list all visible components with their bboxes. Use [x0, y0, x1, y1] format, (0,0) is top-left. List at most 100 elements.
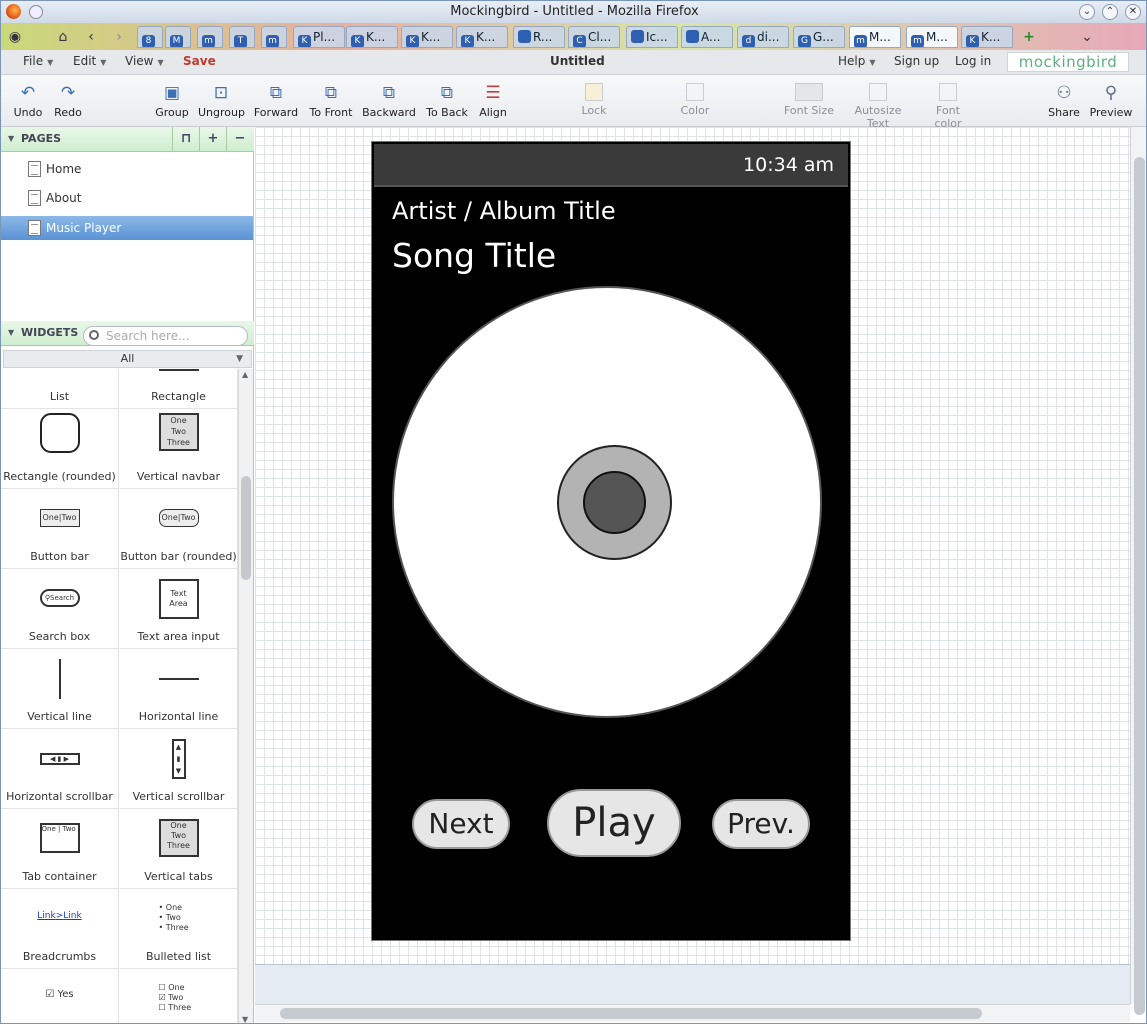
- artist-album-title[interactable]: Artist / Album Title: [392, 197, 616, 225]
- widget-horizontal-line[interactable]: Horizontal line: [120, 649, 238, 729]
- widget-checkbox-group[interactable]: ☐ One ☑ Two ☐ Three: [120, 969, 238, 1023]
- canvas-horizontal-scrollbar[interactable]: [255, 1004, 1130, 1022]
- font-color-button[interactable]: Font color: [921, 75, 975, 130]
- widget-button-bar-rounded[interactable]: One|Two Button bar (rounded): [120, 489, 238, 569]
- prev-button[interactable]: Prev.: [712, 799, 810, 849]
- add-page-button[interactable]: +: [199, 127, 226, 152]
- firefox-menu-icon[interactable]: ◉: [5, 27, 25, 47]
- browser-tab[interactable]: m M...: [849, 26, 901, 48]
- widget-vertical-line[interactable]: Vertical line: [1, 649, 119, 729]
- minimize-icon[interactable]: ⌄: [1079, 4, 1095, 20]
- disc-hub: [583, 471, 646, 534]
- browser-tab[interactable]: K K...: [961, 26, 1013, 48]
- forward-button[interactable]: ⧉ Forward: [253, 75, 299, 127]
- play-button[interactable]: Play: [547, 789, 681, 857]
- align-button[interactable]: ☰ Align: [477, 75, 509, 127]
- widget-rectangle-rounded[interactable]: Rectangle (rounded): [1, 409, 119, 489]
- widget-search-input[interactable]: Search here...: [83, 326, 248, 346]
- close-icon[interactable]: ✕: [1125, 4, 1141, 20]
- unlock-icon[interactable]: ⊓: [172, 127, 199, 152]
- browser-tab[interactable]: T: [229, 26, 255, 48]
- pages-header[interactable]: ▼ PAGES ⊓ + −: [1, 127, 254, 152]
- to-back-button[interactable]: ⧉ To Back: [425, 75, 469, 127]
- tab-list-icon[interactable]: ⌄: [1077, 27, 1097, 47]
- widget-filter-select[interactable]: All ▼: [3, 350, 252, 368]
- browser-tab[interactable]: m: [261, 26, 287, 48]
- page-item-home[interactable]: Home: [1, 157, 253, 181]
- page-item-about[interactable]: About: [1, 186, 253, 210]
- widget-breadcrumbs[interactable]: Link>Link Breadcrumbs: [1, 889, 119, 969]
- browser-tab[interactable]: K K...: [456, 26, 508, 48]
- browser-tab[interactable]: R...: [513, 26, 565, 48]
- widget-vertical-navbar[interactable]: One Two Three Vertical navbar: [120, 409, 238, 489]
- browser-tab[interactable]: Ic...: [626, 26, 678, 48]
- widget-search-box[interactable]: ⚲Search Search box: [1, 569, 119, 649]
- maximize-icon[interactable]: ⌃: [1102, 4, 1118, 20]
- widget-rectangle[interactable]: Rectangle: [120, 369, 238, 409]
- browser-tab[interactable]: d di...: [737, 26, 789, 48]
- scroll-down-icon[interactable]: ▼: [242, 1015, 248, 1023]
- to-front-button[interactable]: ⧉ To Front: [309, 75, 353, 127]
- scrollbar-thumb[interactable]: [1134, 157, 1145, 1015]
- browser-tab[interactable]: m M...: [906, 26, 958, 48]
- browser-tab[interactable]: G G...: [793, 26, 845, 48]
- collapse-triangle-icon[interactable]: ▼: [8, 127, 14, 151]
- color-button[interactable]: Color: [677, 75, 713, 127]
- browser-tab[interactable]: K K...: [346, 26, 398, 48]
- undo-button[interactable]: ↶ Undo: [11, 75, 45, 127]
- lock-button[interactable]: Lock: [576, 75, 612, 127]
- share-button[interactable]: ⚇ Share: [1046, 75, 1082, 127]
- browser-tab[interactable]: m: [197, 26, 223, 48]
- save-button[interactable]: Save: [183, 54, 216, 68]
- brand-logo[interactable]: mockingbird: [1007, 52, 1129, 72]
- new-tab-icon[interactable]: +: [1019, 27, 1039, 47]
- widget-horizontal-scrollbar[interactable]: ◀ ▮ ▶ Horizontal scrollbar: [1, 729, 119, 809]
- song-title[interactable]: Song Title: [392, 236, 556, 275]
- file-menu[interactable]: File ▼: [23, 54, 53, 68]
- signup-link[interactable]: Sign up: [894, 54, 939, 68]
- widget-checkbox[interactable]: ☑ Yes: [1, 969, 119, 1023]
- browser-tab[interactable]: C Cl...: [568, 26, 620, 48]
- widget-tab-container[interactable]: One | Two Tab container: [1, 809, 119, 889]
- group-button[interactable]: ▣ Group: [154, 75, 190, 127]
- redo-button[interactable]: ↷ Redo: [51, 75, 85, 127]
- back-icon[interactable]: ‹: [81, 27, 101, 47]
- scrollbar-thumb[interactable]: [280, 1008, 982, 1019]
- home-icon[interactable]: ⌂: [53, 27, 73, 47]
- edit-menu[interactable]: Edit ▼: [73, 54, 106, 68]
- widget-scrollbar[interactable]: ▲ ▼: [238, 369, 253, 1023]
- browser-tab[interactable]: K Pl...: [293, 26, 345, 48]
- remove-page-button[interactable]: −: [226, 127, 253, 152]
- scroll-up-icon[interactable]: ▲: [242, 370, 248, 379]
- mobile-mockup[interactable]: 10:34 am Artist / Album Title Song Title…: [371, 141, 851, 941]
- font-size-button[interactable]: Font Size: [781, 75, 837, 127]
- autosize-text-button[interactable]: Autosize Text: [843, 75, 913, 130]
- cd-disc[interactable]: [392, 286, 822, 718]
- page-item-music-player[interactable]: Music Player: [1, 216, 253, 240]
- browser-tab[interactable]: A...: [681, 26, 733, 48]
- login-link[interactable]: Log in: [955, 54, 991, 68]
- forward-icon[interactable]: ›: [109, 27, 129, 47]
- widget-bulleted-list[interactable]: • One • Two • Three Bulleted list: [120, 889, 238, 969]
- scrollbar-thumb[interactable]: [241, 476, 251, 580]
- browser-tab[interactable]: M: [165, 26, 191, 48]
- browser-tab[interactable]: 8: [137, 26, 163, 48]
- next-button[interactable]: Next: [412, 799, 510, 849]
- view-menu[interactable]: View ▼: [125, 54, 164, 68]
- widget-list[interactable]: List: [1, 369, 119, 409]
- backward-button[interactable]: ⧉ Backward: [361, 75, 417, 127]
- collapse-triangle-icon[interactable]: ▼: [8, 321, 14, 345]
- help-menu[interactable]: Help ▼: [838, 54, 876, 68]
- widget-vertical-scrollbar[interactable]: ▲ ▮ ▼ Vertical scrollbar: [120, 729, 238, 809]
- widget-text-area-input[interactable]: Text Area Text area input: [120, 569, 238, 649]
- phone-status-bar[interactable]: 10:34 am: [374, 144, 848, 187]
- preview-button[interactable]: ⚲ Preview: [1089, 75, 1133, 127]
- window-menu-icon[interactable]: [29, 5, 43, 19]
- canvas-vertical-scrollbar[interactable]: [1130, 127, 1146, 1015]
- window-titlebar: Mockingbird - Untitled - Mozilla Firefox…: [1, 1, 1146, 23]
- browser-tab[interactable]: K K...: [401, 26, 453, 48]
- chevron-down-icon: ▼: [869, 58, 876, 67]
- ungroup-button[interactable]: ⊡ Ungroup: [198, 75, 245, 127]
- widget-button-bar[interactable]: One|Two Button bar: [1, 489, 119, 569]
- widget-vertical-tabs[interactable]: One Two Three Vertical tabs: [120, 809, 238, 889]
